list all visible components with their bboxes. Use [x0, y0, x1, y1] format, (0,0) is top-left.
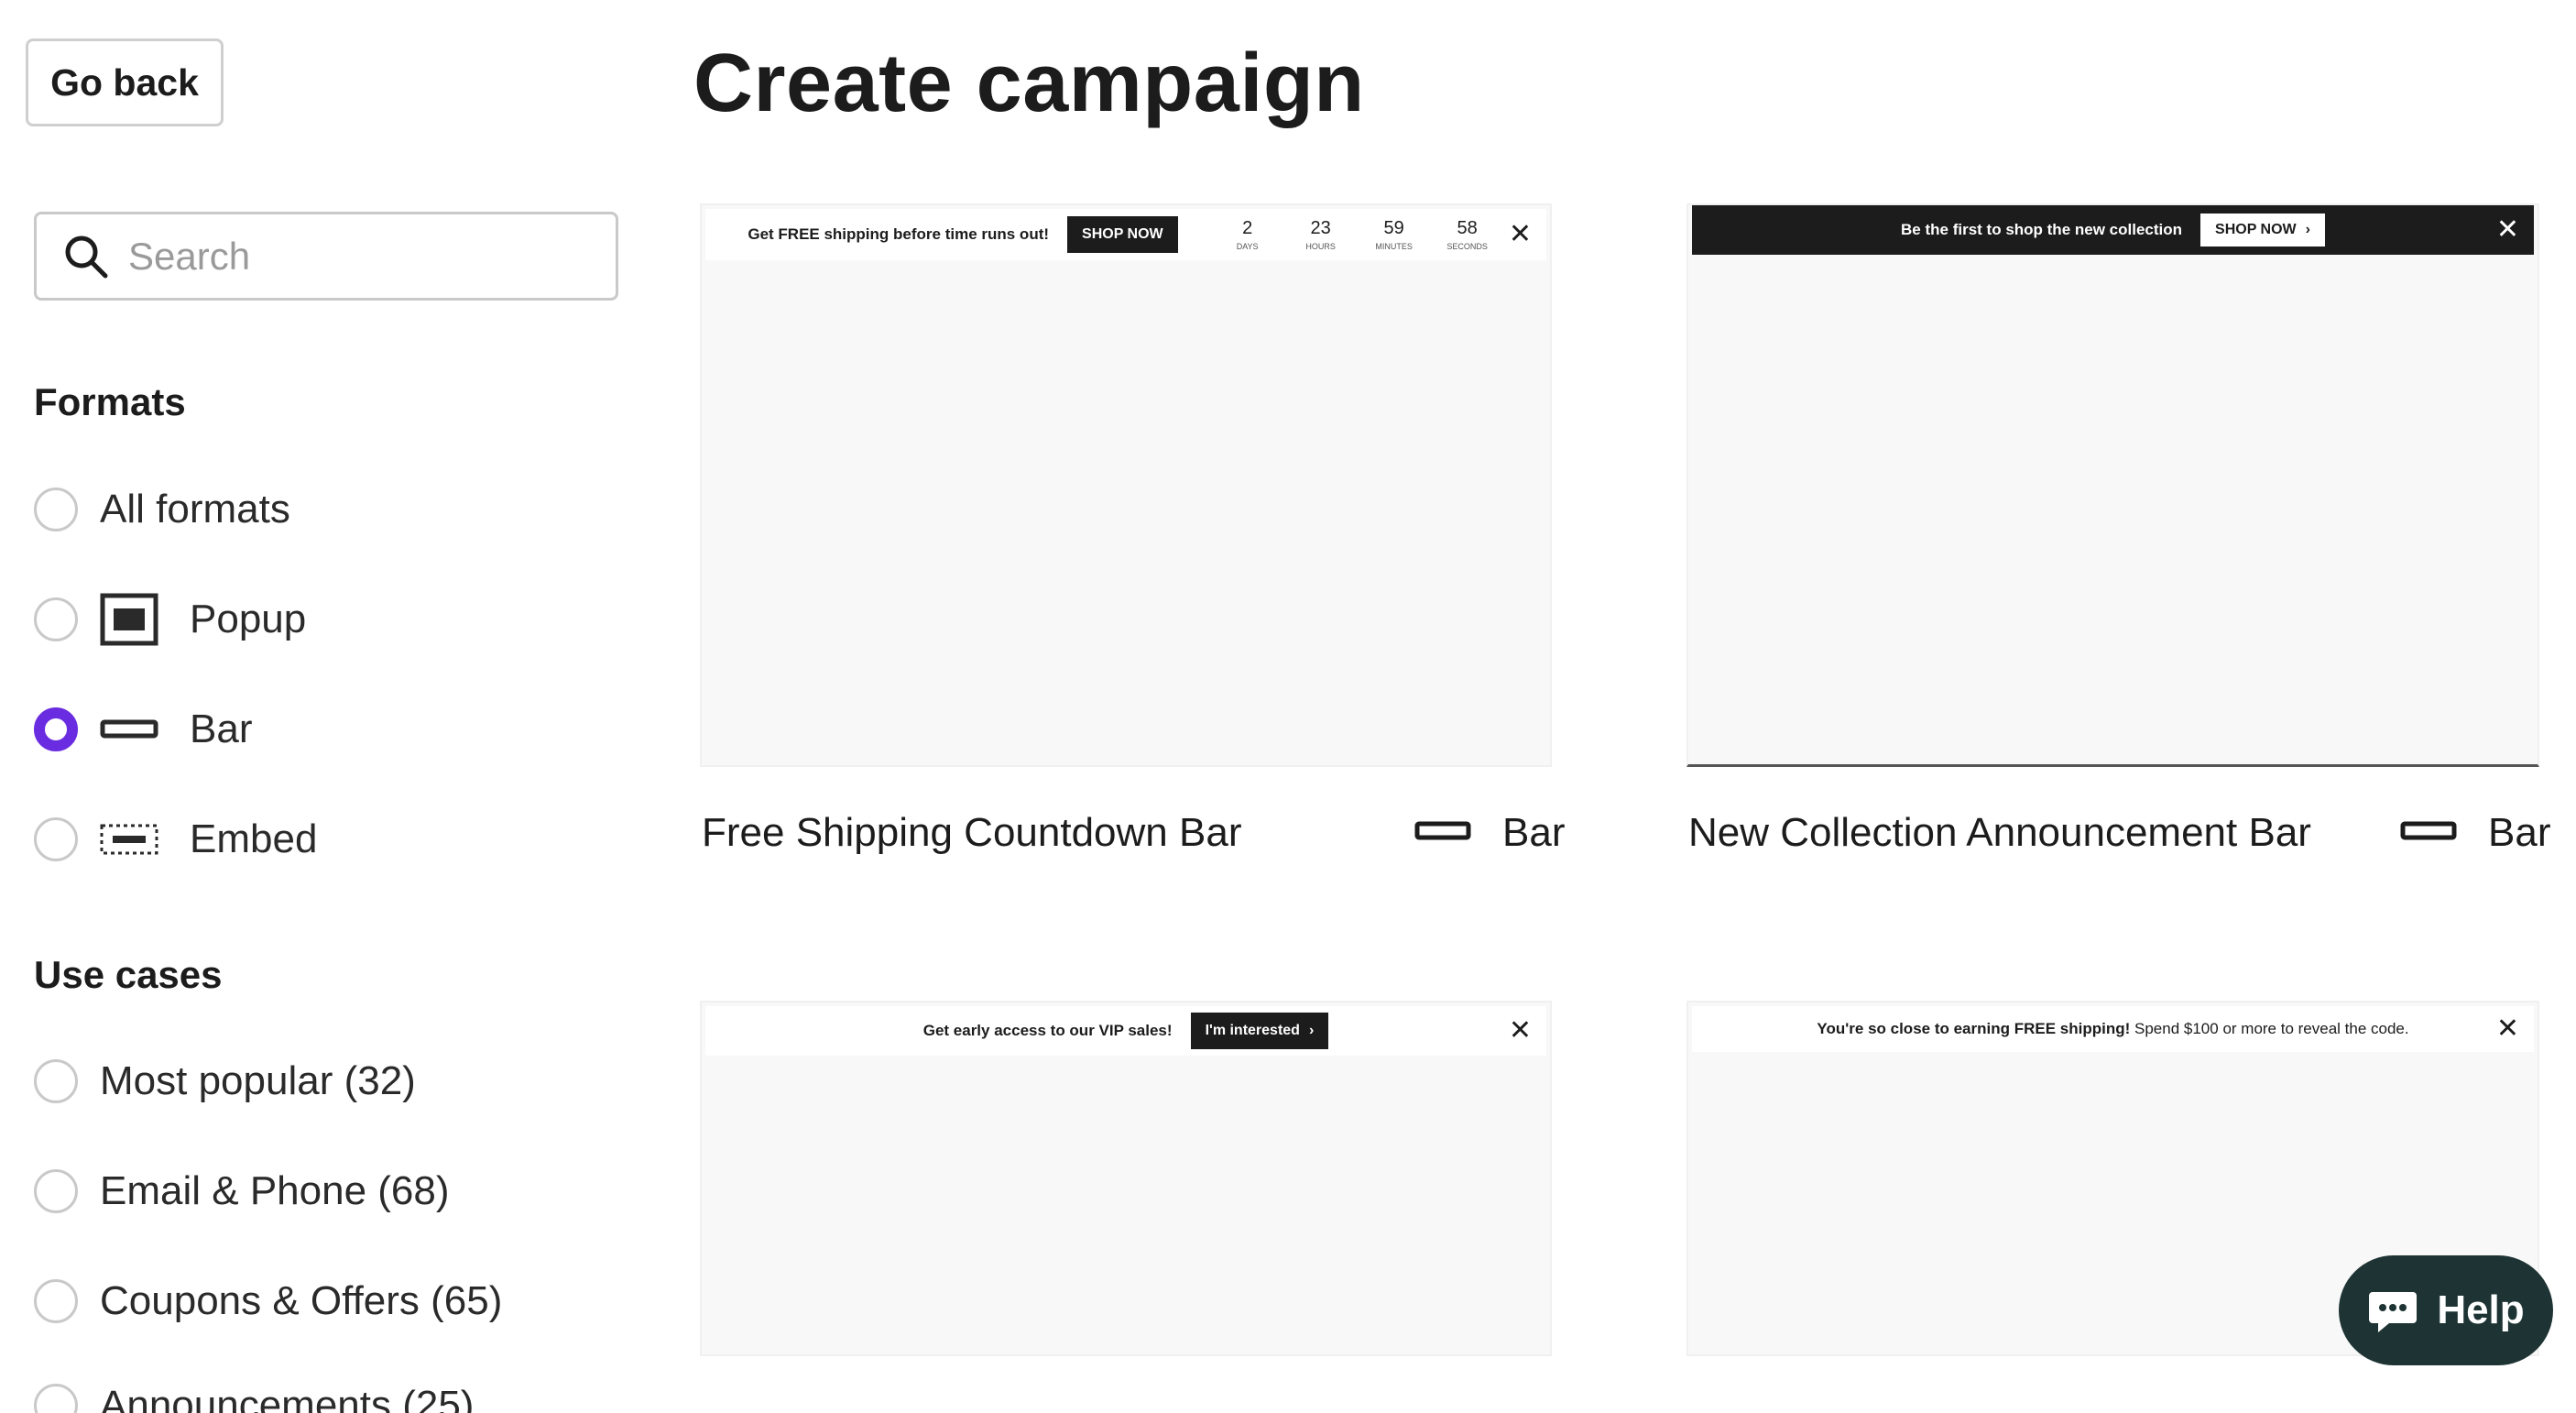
- help-button[interactable]: Help: [2339, 1255, 2553, 1365]
- radio-coupons-offers[interactable]: [34, 1279, 78, 1323]
- radio-most-popular[interactable]: [34, 1059, 78, 1103]
- preview-bar-text: Be the first to shop the new collection: [1901, 221, 2183, 238]
- popup-format-icon: [100, 593, 158, 646]
- preview-bar: You're so close to earning FREE shipping…: [1692, 1006, 2534, 1052]
- preview-shop-now-button: SHOP NOW ›: [2200, 214, 2325, 246]
- preview-shop-now-button: SHOP NOW: [1067, 216, 1178, 253]
- close-icon: ✕: [2495, 214, 2519, 245]
- use-case-option[interactable]: Most popular (32): [34, 1054, 416, 1109]
- countdown-value: 2: [1242, 218, 1253, 238]
- use-case-label: Most popular (32): [100, 1058, 416, 1103]
- bar-format-icon: [1414, 820, 1471, 847]
- preview-countdown: 2 DAYS 23 HOURS 59 MINUTES 58 SECONDS: [1211, 218, 1504, 251]
- radio-popup[interactable]: [34, 597, 78, 641]
- template-type: Bar: [2400, 810, 2550, 856]
- help-label: Help: [2437, 1287, 2525, 1332]
- page-title: Create campaign: [693, 38, 1365, 129]
- bar-format-icon: [100, 718, 158, 740]
- use-case-label: Email & Phone (68): [100, 1168, 450, 1213]
- preview-button-label: SHOP NOW: [2215, 222, 2297, 237]
- chevron-right-icon: ›: [1308, 1023, 1315, 1038]
- template-type-label: Bar: [1502, 810, 1566, 855]
- countdown-label: MINUTES: [1375, 242, 1413, 251]
- use-case-label: Announcements (25): [100, 1383, 475, 1413]
- bar-format-icon: [2400, 820, 2457, 847]
- chevron-right-icon: ›: [2305, 222, 2310, 237]
- embed-format-icon: [100, 824, 158, 855]
- template-type-label: Bar: [2488, 810, 2551, 855]
- chat-icon: [2369, 1292, 2418, 1332]
- countdown-value: 58: [1457, 218, 1478, 238]
- preview-bar: Get early access to our VIP sales! I'm i…: [705, 1006, 1546, 1056]
- close-icon: ✕: [1508, 1015, 1532, 1046]
- preview-bar-text-bold: You're so close to earning FREE shipping…: [1817, 1020, 2131, 1037]
- preview-bar-text: Get early access to our VIP sales!: [922, 1022, 1173, 1039]
- template-preview-free-shipping-countdown[interactable]: Get FREE shipping before time runs out! …: [700, 203, 1552, 767]
- countdown-label: SECONDS: [1446, 242, 1488, 251]
- radio-bar-selected[interactable]: [34, 707, 78, 751]
- preview-bar: Be the first to shop the new collection …: [1692, 205, 2534, 255]
- preview-bar-text: Get FREE shipping before time runs out!: [748, 225, 1050, 243]
- preview-button-label: I'm interested: [1205, 1023, 1300, 1038]
- radio-all-formats[interactable]: [34, 487, 78, 531]
- preview-bar-text-normal: Spend $100 or more to reveal the code.: [2134, 1020, 2409, 1037]
- radio-embed[interactable]: [34, 817, 78, 861]
- format-option-label: Bar: [190, 706, 253, 751]
- use-case-label: Coupons & Offers (65): [100, 1278, 503, 1323]
- preview-interested-button: I'm interested ›: [1190, 1013, 1329, 1049]
- format-option-all[interactable]: All formats: [34, 482, 290, 537]
- radio-email-phone[interactable]: [34, 1169, 78, 1213]
- template-title[interactable]: Free Shipping Countdown Bar: [702, 810, 1241, 856]
- formats-heading: Formats: [34, 380, 186, 423]
- format-option-popup[interactable]: Popup: [34, 592, 306, 647]
- template-title[interactable]: New Collection Announcement Bar: [1688, 810, 2311, 856]
- preview-bar-text: You're so close to earning FREE shipping…: [1817, 1020, 2408, 1038]
- preview-bar: Get FREE shipping before time runs out! …: [705, 209, 1546, 260]
- radio-announcements[interactable]: [34, 1384, 78, 1413]
- search-icon: [65, 236, 108, 278]
- countdown-value: 59: [1383, 218, 1404, 238]
- close-icon: ✕: [1508, 219, 1532, 249]
- template-preview-new-collection[interactable]: Be the first to shop the new collection …: [1686, 203, 2539, 767]
- go-back-button[interactable]: Go back: [26, 38, 224, 126]
- format-option-label: Embed: [190, 816, 318, 861]
- template-type: Bar: [1414, 810, 1565, 856]
- format-option-label: Popup: [190, 597, 307, 641]
- use-cases-heading: Use cases: [34, 953, 223, 996]
- format-option-bar[interactable]: Bar: [34, 702, 252, 757]
- search-box[interactable]: [34, 212, 618, 301]
- countdown-label: DAYS: [1236, 242, 1259, 251]
- countdown-value: 23: [1310, 218, 1331, 238]
- use-case-option[interactable]: Announcements (25): [34, 1378, 474, 1413]
- search-input[interactable]: [128, 234, 605, 279]
- use-case-option[interactable]: Email & Phone (68): [34, 1164, 450, 1219]
- template-preview-vip-sales[interactable]: Get early access to our VIP sales! I'm i…: [700, 1001, 1552, 1356]
- countdown-label: HOURS: [1305, 242, 1336, 251]
- format-option-label: All formats: [100, 487, 290, 531]
- close-icon: ✕: [2495, 1013, 2519, 1044]
- use-case-option[interactable]: Coupons & Offers (65): [34, 1274, 502, 1329]
- format-option-embed[interactable]: Embed: [34, 812, 317, 867]
